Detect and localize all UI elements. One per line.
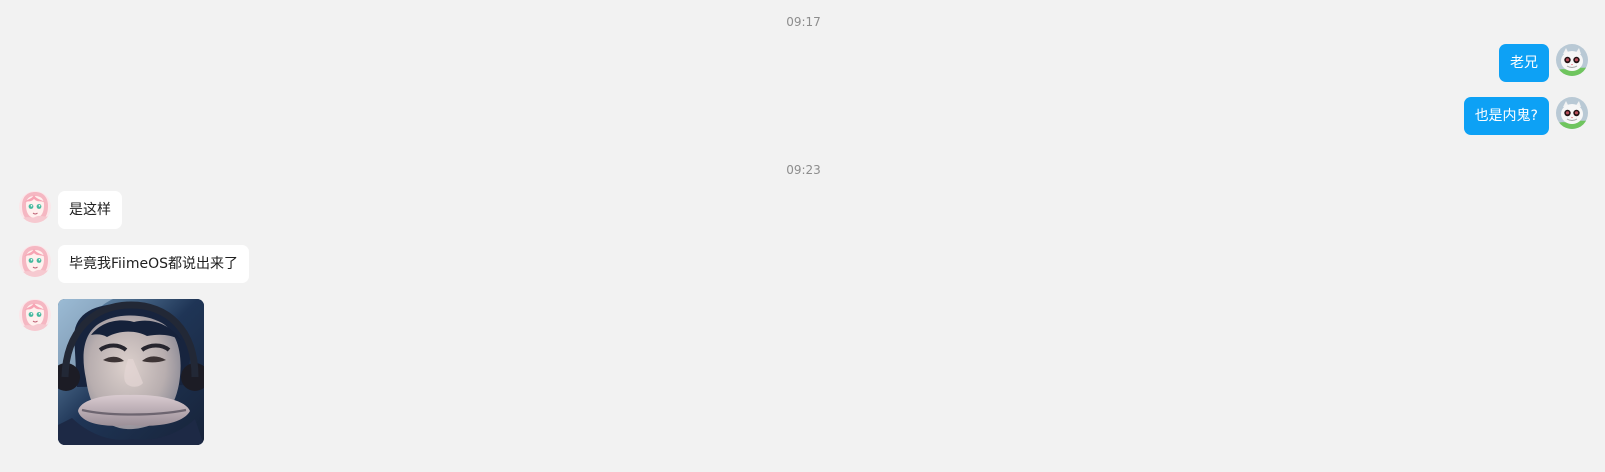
outgoing-message-bubble[interactable]: 老兄 [1499,44,1549,82]
incoming-message-bubble[interactable]: 毕竟我FiimeOS都说出来了 [58,245,249,283]
pink-anime-avatar[interactable] [19,299,51,331]
pink-anime-avatar[interactable] [19,245,51,277]
pink-anime-avatar[interactable] [19,191,51,223]
outgoing-message-row: 老兄 [19,44,1588,82]
chat-message-area[interactable]: 09:17 老兄 也是内鬼? 09:23 是这样 毕竟我FiimeOS都说出来了 [0,0,1605,472]
outgoing-message-row: 也是内鬼? [19,97,1588,135]
timestamp-0917: 09:17 [786,15,821,29]
incoming-message-row: 是这样 [19,191,1588,229]
cat-avatar[interactable] [1556,44,1588,76]
outgoing-message-bubble[interactable]: 也是内鬼? [1463,97,1549,135]
stretched-face-image[interactable] [58,299,204,445]
incoming-image-message-row [19,299,1588,445]
incoming-message-row: 毕竟我FiimeOS都说出来了 [19,245,1588,283]
incoming-message-bubble[interactable]: 是这样 [58,191,122,229]
timestamp-0923: 09:23 [786,163,821,177]
cat-avatar[interactable] [1556,97,1588,129]
